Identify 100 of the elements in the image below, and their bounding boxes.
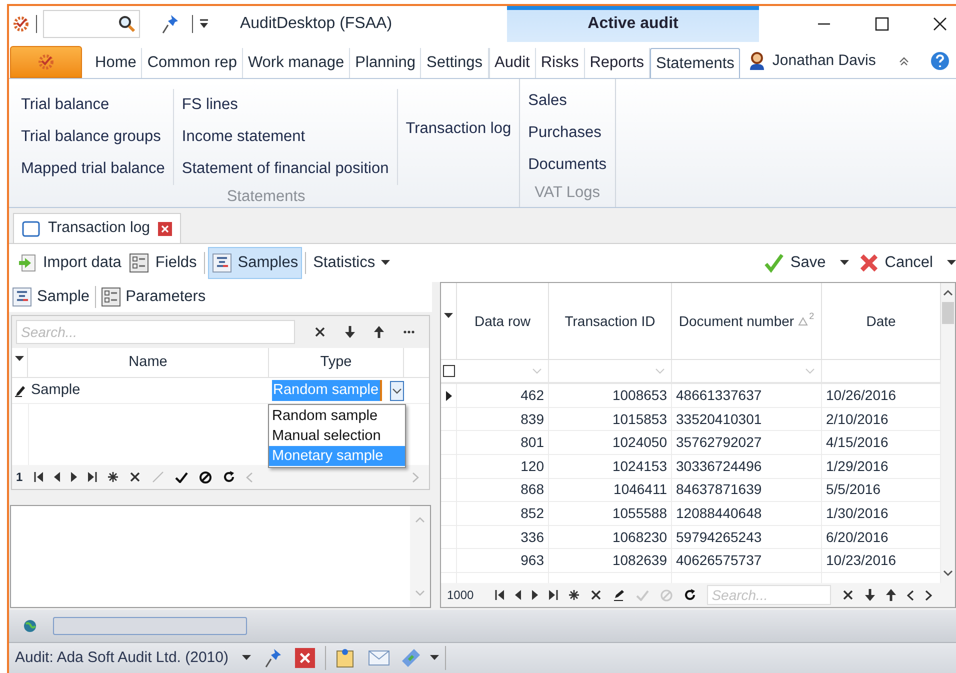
table-cell-text: 1/29/2016: [826, 456, 888, 476]
window-icon: [22, 220, 40, 236]
maximize-icon[interactable]: [874, 16, 890, 32]
note-icon[interactable]: [336, 648, 354, 668]
cancel-icon[interactable]: [198, 470, 212, 484]
scrollbar-thumb[interactable]: [942, 302, 954, 324]
toolbar-button[interactable]: Statistics: [309, 247, 394, 279]
column-header[interactable]: Transaction ID: [549, 283, 672, 360]
scroll-down-icon[interactable]: [943, 570, 953, 577]
caret-icon: [381, 260, 390, 266]
previous-icon[interactable]: [514, 590, 521, 600]
caret-icon[interactable]: [430, 655, 440, 661]
pencil-icon[interactable]: [612, 589, 625, 601]
close-icon[interactable]: [932, 16, 948, 32]
next-icon[interactable]: [70, 472, 77, 482]
table-cell-text: 10/26/2016: [826, 386, 896, 406]
column-chooser-icon[interactable]: [444, 313, 453, 319]
table-cell-text: 4/15/2016: [826, 433, 888, 452]
last-record-icon[interactable]: [548, 590, 558, 600]
arrow-down-icon[interactable]: [345, 326, 355, 338]
scroll-left-icon[interactable]: [906, 590, 914, 600]
toolbar-button[interactable]: Samples: [208, 247, 302, 279]
table-cell-text: 5/5/2016: [826, 480, 880, 500]
chevron-down-icon: [532, 368, 542, 374]
column-header[interactable]: Type: [269, 348, 404, 377]
pin-icon[interactable]: [265, 648, 284, 668]
asterisk-icon[interactable]: [568, 590, 579, 600]
table-cell-text: 1055588: [612, 504, 667, 524]
cancel-button[interactable]: Cancel: [858, 251, 956, 275]
record-count: 1000: [447, 587, 474, 604]
next-icon[interactable]: [532, 590, 538, 600]
table-cell-text: 6/20/2016: [826, 528, 888, 547]
record-count: 1: [16, 469, 23, 486]
column-header-label: Document number: [678, 312, 794, 331]
checkbox[interactable]: [443, 365, 455, 378]
table-cell-text: 33520410301: [676, 410, 762, 429]
document-tab[interactable]: Transaction log: [13, 213, 181, 243]
customize-icon[interactable]: [199, 19, 209, 29]
previous-icon[interactable]: [54, 472, 60, 482]
dropdown-option[interactable]: Random sample: [269, 406, 405, 426]
checkmark-icon[interactable]: [174, 472, 188, 482]
pin-icon[interactable]: [162, 14, 180, 34]
user-name[interactable]: Jonathan Davis: [772, 50, 876, 72]
refresh-icon[interactable]: [684, 589, 696, 601]
collapse-ribbon-icon[interactable]: [898, 56, 910, 66]
chevron-down-icon: [392, 388, 402, 394]
asterisk-icon[interactable]: [108, 472, 118, 482]
column-header[interactable]: Document number 2: [672, 283, 822, 360]
panel-tab[interactable]: Parameters: [100, 285, 206, 309]
dropdown-option[interactable]: Manual selection: [269, 426, 405, 446]
more-icon[interactable]: [403, 330, 415, 334]
ribbon-item[interactable]: Transaction log: [404, 113, 514, 145]
checkmark-icon: [764, 253, 784, 273]
search-field[interactable]: [43, 10, 140, 38]
arrow-up-icon[interactable]: [374, 326, 384, 338]
search-field[interactable]: Search...: [706, 585, 831, 605]
search-field[interactable]: Search...: [16, 320, 295, 344]
mail-icon[interactable]: [368, 650, 390, 666]
table-cell-text: 801: [520, 433, 544, 452]
refresh-icon[interactable]: [222, 471, 235, 483]
table-cell-text: 35762792027: [676, 433, 762, 452]
table-cell-text: 1046411: [614, 480, 667, 500]
first-record-icon[interactable]: [494, 590, 504, 600]
ribbon-item[interactable]: Documents: [526, 149, 609, 181]
dropdown-button[interactable]: [390, 380, 404, 400]
help-icon[interactable]: [930, 50, 950, 71]
context-group-label: Active audit: [586, 14, 680, 34]
ribbon-item[interactable]: Statement of financial position: [180, 153, 391, 185]
scroll-right-icon[interactable]: [924, 590, 932, 600]
ribbon-item[interactable]: Trial balance groups: [19, 121, 167, 153]
ribbon-item[interactable]: FS lines: [180, 89, 391, 121]
ribbon-item[interactable]: Trial balance: [19, 89, 167, 121]
caret-icon[interactable]: [242, 655, 252, 661]
fields-icon: [100, 287, 121, 307]
last-record-icon[interactable]: [88, 472, 97, 482]
clear-icon[interactable]: [842, 589, 854, 601]
table-cell-text: 30336724496: [676, 456, 762, 476]
column-chooser-icon[interactable]: [15, 356, 24, 362]
ribbon-tab[interactable]: Statements: [650, 48, 740, 78]
first-record-icon[interactable]: [34, 472, 43, 482]
table-cell-text: 462: [520, 386, 544, 406]
toolbar-button[interactable]: Import data: [13, 247, 126, 279]
caret-icon: [840, 260, 849, 266]
clear-icon[interactable]: [314, 326, 326, 338]
ribbon-item[interactable]: Mapped trial balance: [19, 153, 167, 185]
panel-tab[interactable]: Sample: [12, 285, 90, 309]
delete-icon[interactable]: [128, 471, 141, 483]
arrow-up-icon[interactable]: [886, 589, 896, 601]
table-cell-text: 1008653: [612, 386, 667, 406]
cross-icon: [858, 253, 879, 273]
scroll-up-icon[interactable]: [943, 289, 953, 296]
toolbar-button[interactable]: Fields: [125, 247, 201, 279]
column-header[interactable]: Name: [28, 348, 269, 377]
delete-icon[interactable]: [590, 589, 602, 601]
save-button[interactable]: Save: [764, 251, 849, 275]
column-header[interactable]: Data row: [457, 283, 549, 360]
ribbon-item[interactable]: Sales: [526, 85, 609, 117]
ribbon-item[interactable]: Income statement: [180, 121, 391, 153]
ribbon-item[interactable]: Purchases: [526, 117, 609, 149]
arrow-down-icon[interactable]: [864, 589, 875, 601]
